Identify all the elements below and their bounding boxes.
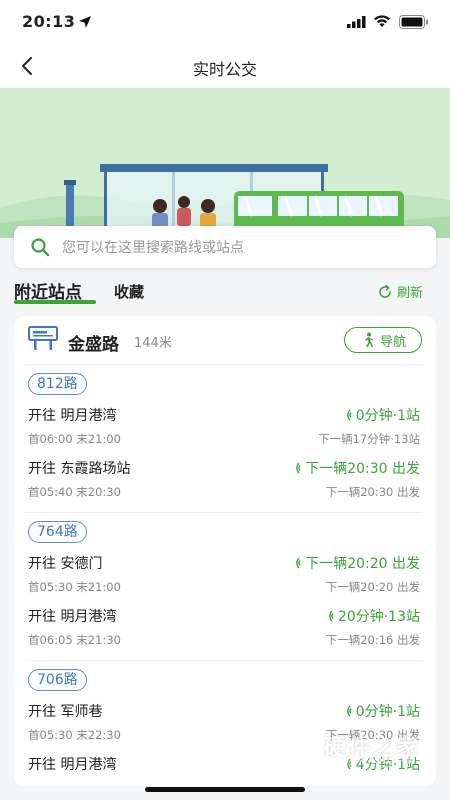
divider	[26, 364, 422, 365]
refresh-button[interactable]: 刷新	[377, 282, 423, 301]
active-tab-indicator	[14, 300, 96, 304]
route-hours: 首05:30 末22:30	[28, 728, 121, 742]
route-next-bus: 下一辆20:16 出发	[325, 633, 420, 647]
status-bar: 20:13	[0, 0, 450, 44]
route-direction: 开往 明月港湾	[28, 408, 117, 424]
route-direction: 开往 明月港湾	[28, 609, 117, 625]
route-badge-764[interactable]: 764路	[28, 521, 87, 543]
watermark-logo-icon	[282, 730, 318, 770]
divider	[26, 512, 422, 513]
route-next-bus: 下一辆20:20 出发	[325, 580, 420, 594]
search-icon	[31, 238, 50, 257]
refresh-icon	[379, 284, 391, 298]
route-eta: 20分钟·13站	[326, 606, 420, 626]
route-eta-label: 20分钟·13站	[337, 609, 420, 625]
page-title: 实时公交	[192, 60, 257, 79]
station-header[interactable]: 金盛路 144米 导航	[14, 316, 436, 364]
search-placeholder: 您可以在这里搜索路线或站点	[62, 240, 244, 256]
navigate-button[interactable]: 导航	[344, 327, 422, 353]
home-indicator[interactable]	[145, 787, 305, 792]
route-eta-label: 0分钟·1站	[355, 704, 420, 720]
route-next-bus: 下一辆17分钟·13站	[318, 432, 420, 446]
route-badge-812[interactable]: 812路	[28, 373, 87, 395]
site-watermark: 硬件之家 YINGJIANZHIJIA.COM	[280, 728, 440, 772]
route-eta: 下一辆20:20 出发	[293, 553, 420, 573]
route-eta: 0分钟·1站	[344, 701, 420, 721]
bus-stop-banner-illustration	[0, 88, 450, 238]
status-time: 20:13	[22, 12, 76, 31]
route-badge-706[interactable]: 706路	[28, 669, 87, 691]
search-input[interactable]: 您可以在这里搜索路线或站点	[14, 226, 436, 268]
location-arrow-icon	[79, 16, 91, 28]
wifi-icon	[374, 15, 390, 27]
route-direction: 开往 安德门	[28, 556, 103, 572]
station-tabs: 附近站点 收藏 刷新	[0, 276, 450, 310]
battery-icon	[399, 15, 428, 29]
route-hours: 首05:40 末20:30	[28, 485, 121, 499]
station-name: 金盛路	[68, 335, 119, 355]
walking-person-icon	[364, 332, 374, 347]
navigate-label: 导航	[379, 334, 406, 350]
realtime-signal-icon	[296, 557, 301, 569]
route-direction: 开往 军师巷	[28, 704, 103, 720]
route-direction: 开往 明月港湾	[28, 757, 117, 773]
route-direction: 开往 东霞路场站	[28, 461, 131, 477]
route-hours: 首06:00 末21:00	[28, 432, 121, 446]
nav-bar: 实时公交	[0, 44, 450, 88]
route-eta-label: 下一辆20:30 出发	[305, 461, 420, 477]
refresh-label: 刷新	[397, 286, 424, 301]
route-eta-label: 0分钟·1站	[355, 408, 420, 424]
bus-stop-sign-icon	[28, 326, 58, 350]
realtime-signal-icon	[346, 705, 352, 717]
route-eta: 下一辆20:30 出发	[293, 458, 420, 478]
route-hours: 首05:30 末21:00	[28, 580, 121, 594]
realtime-signal-icon	[296, 462, 301, 474]
route-hours: 首06:05 末21:30	[28, 633, 121, 647]
divider	[26, 660, 422, 661]
route-eta: 0分钟·1站	[344, 405, 420, 425]
station-card: 金盛路 144米 导航 812路 开往 明月港湾 0分钟·1站 首06:00 末…	[14, 316, 436, 786]
tab-favorites[interactable]: 收藏	[114, 281, 144, 302]
cellular-signal-icon	[347, 16, 366, 28]
realtime-signal-icon	[329, 610, 334, 622]
watermark-subtext: YINGJIANZHIJIA.COM	[324, 756, 433, 766]
route-next-bus: 下一辆20:30 出发	[325, 485, 420, 499]
realtime-signal-icon	[346, 409, 352, 421]
route-eta-label: 下一辆20:20 出发	[305, 556, 420, 572]
station-distance: 144米	[134, 336, 172, 351]
